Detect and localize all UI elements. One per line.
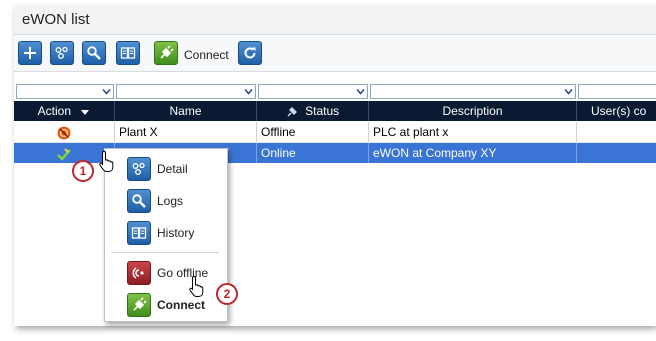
menu-separator [111,252,219,253]
menu-item-logs[interactable]: Logs [105,187,225,215]
window-title: eWON list [22,11,90,28]
table-header: Action Name Status Description User(s) c… [14,101,656,121]
column-header-users[interactable]: User(s) co [577,101,656,121]
context-menu: Detail Logs History Go offline Connect [104,148,228,322]
group-icon [132,162,145,175]
table-row[interactable]: Plant X Offline PLC at plant x [14,122,656,143]
hand-cursor-icon [189,275,204,297]
menu-icon-connect [127,293,151,317]
menu-item-go-offline[interactable]: Go offline [105,259,225,287]
users-cell [577,122,656,142]
chevron-down-icon [244,88,253,95]
name-filter[interactable] [116,84,256,99]
callout-1: 1 [72,160,94,182]
sort-arrow-icon [81,109,90,115]
chevron-down-icon [564,88,573,95]
refresh-icon [244,47,256,59]
toolbar: Connect [14,35,656,72]
menu-icon-detail [127,157,151,181]
filter-row [14,84,656,100]
book-icon [131,227,147,239]
column-header-action[interactable]: Action [14,101,115,121]
search-button[interactable] [82,41,106,65]
description-cell: PLC at plant x [369,122,577,142]
description-cell: eWON at Company XY [369,143,577,163]
menu-icon-logs [127,189,151,213]
search-icon [87,46,101,60]
users-cell [577,143,656,163]
offline-status-icon [57,126,71,140]
title-bar: eWON list [14,6,656,35]
connect-plug-icon [160,45,174,59]
status-cell: Online [257,143,369,163]
column-header-description[interactable]: Description [369,101,577,121]
column-header-status[interactable]: Status [257,101,369,121]
status-filter[interactable] [258,84,368,99]
action-filter[interactable] [16,84,114,99]
chevron-down-icon [102,88,111,95]
connect-button[interactable] [154,41,178,65]
status-cell: Offline [257,122,369,142]
menu-item-detail[interactable]: Detail [105,155,225,183]
hand-cursor-icon [99,150,114,172]
search-icon [132,194,146,208]
menu-label-connect: Connect [157,298,205,312]
users-filter[interactable] [578,84,656,99]
connect-plug-icon [133,297,147,311]
history-button[interactable] [116,41,140,65]
description-filter[interactable] [370,84,576,99]
menu-icon-go-offline [127,261,151,285]
menu-icon-history [127,221,151,245]
plug-icon [287,106,297,117]
refresh-button[interactable] [238,41,262,65]
chevron-down-icon [356,88,365,95]
callout-2: 2 [216,283,238,305]
group-icon [55,46,68,59]
menu-item-connect[interactable]: Connect [105,291,225,319]
offline-signal-icon [132,267,144,279]
online-status-icon [57,148,71,161]
group-button[interactable] [50,41,74,65]
plus-icon [24,47,36,59]
action-cell[interactable] [14,122,115,142]
add-button[interactable] [18,41,42,65]
menu-label-history: History [157,226,195,240]
name-cell: Plant X [115,122,257,142]
column-header-name[interactable]: Name [115,101,257,121]
connect-label[interactable]: Connect [184,48,229,62]
menu-item-history[interactable]: History [105,219,225,247]
menu-label-logs: Logs [157,194,184,208]
menu-label-detail: Detail [157,162,188,176]
book-icon [120,47,136,59]
